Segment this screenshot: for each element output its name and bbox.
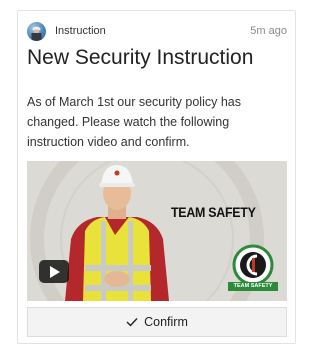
- worker-avatar-icon: [31, 26, 42, 41]
- team-safety-badge: TEAM SAFETY: [227, 243, 279, 295]
- badge-label: TEAM SAFETY: [228, 282, 278, 291]
- play-button[interactable]: [39, 260, 69, 283]
- instruction-card: Instruction 5m ago New Security Instruct…: [17, 10, 296, 344]
- card-header: Instruction 5m ago: [27, 21, 287, 41]
- video-overlay-text: TEAM SAFETY: [171, 205, 256, 220]
- avatar: [27, 21, 46, 41]
- confirm-button[interactable]: Confirm: [27, 307, 287, 337]
- instruction-type-label: Instruction: [55, 25, 106, 37]
- timestamp: 5m ago: [250, 25, 287, 37]
- card-title: New Security Instruction: [27, 46, 254, 69]
- card-body-text: As of March 1st our security policy has …: [27, 95, 241, 149]
- video-player[interactable]: TEAM SAFETY TEAM SAFETY: [27, 161, 287, 301]
- check-icon: [126, 318, 138, 327]
- confirm-label: Confirm: [144, 315, 188, 329]
- play-icon: [50, 265, 60, 278]
